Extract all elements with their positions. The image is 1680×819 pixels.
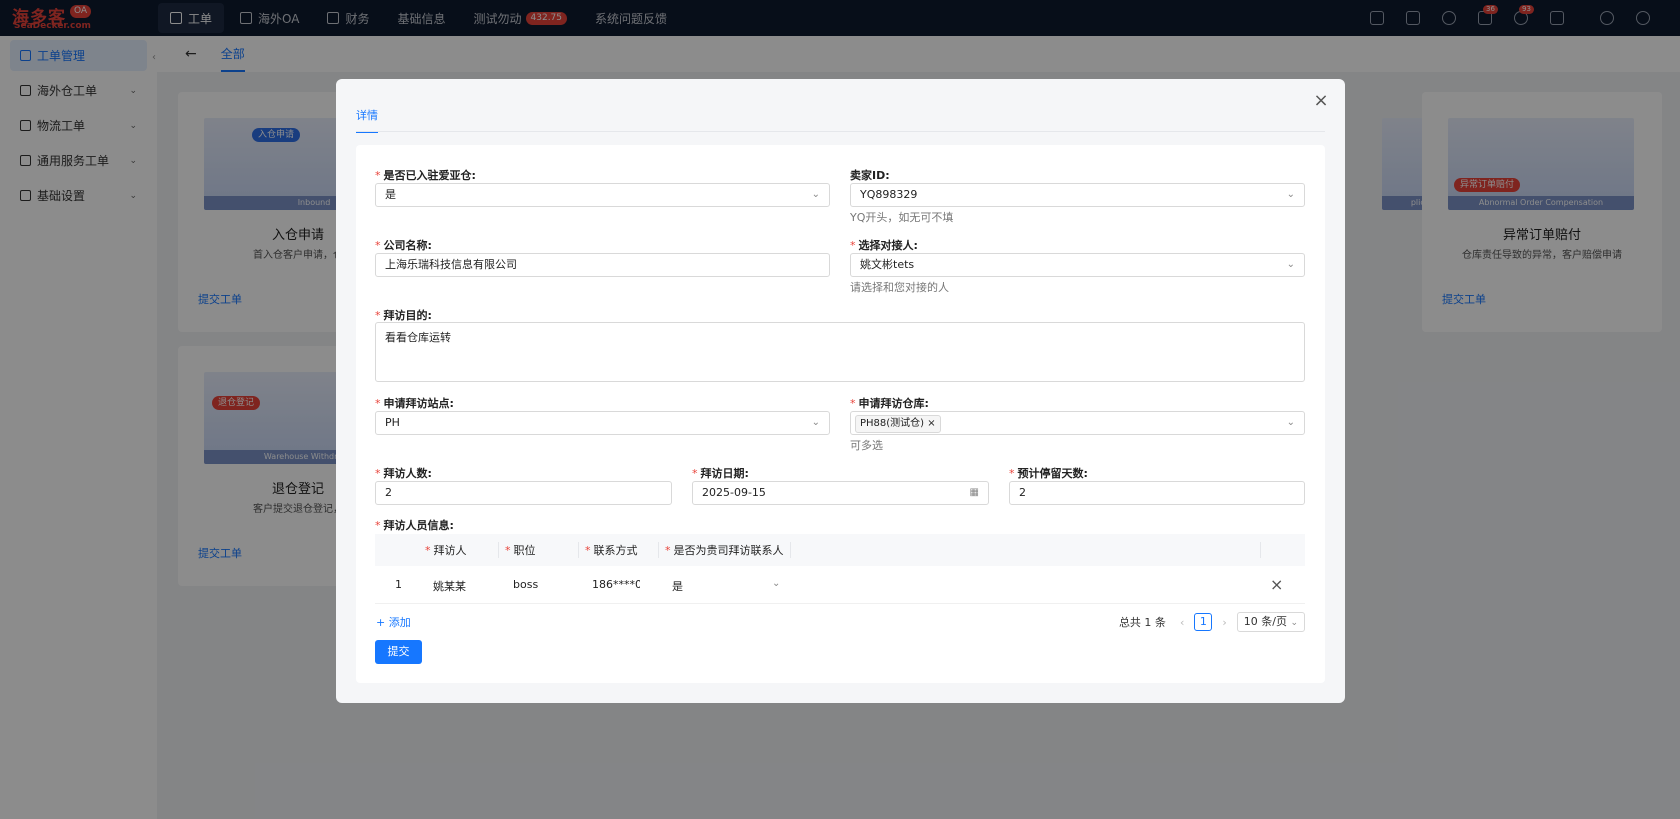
people-info-label: * 拜访人员信息: (375, 519, 454, 532)
tab-details[interactable]: 详情 (356, 107, 378, 133)
pager-total: 总共 1 条 (1118, 616, 1166, 629)
contact-label: * 选择对接人: (850, 239, 918, 252)
joined-label: * 是否已入驻爱亚仓: (375, 169, 476, 182)
company-label: * 公司名称: (375, 239, 432, 252)
is-contact-select[interactable]: 是 (672, 578, 683, 594)
chevron-down-icon: ⌄ (772, 578, 781, 589)
site-select[interactable]: PH ⌄ (375, 411, 830, 435)
chevron-down-icon: ⌄ (811, 417, 820, 428)
seller-id-label: 卖家ID: (850, 169, 890, 182)
table-row: 1 姚某某 boss 186****00 是 ⌄ × (375, 566, 1305, 604)
warehouse-help: 可多选 (850, 439, 883, 452)
delete-row-icon[interactable]: × (1270, 575, 1283, 594)
chip-close-icon[interactable]: × (927, 418, 935, 429)
site-label: * 申请拜访站点: (375, 397, 454, 410)
phone-cell[interactable]: 186****00 (592, 578, 640, 591)
detail-modal: × 详情 * 是否已入驻爱亚仓: 是 ⌄ 卖家ID: YQ898329 ⌄ YQ开头，… (336, 79, 1345, 703)
chevron-down-icon: ⌄ (1290, 618, 1298, 628)
date-picker[interactable]: 2025-09-15 ▦ (692, 481, 989, 505)
page-size-select[interactable]: 10 条/页 ⌄ (1236, 612, 1305, 632)
visitor-name-cell[interactable]: 姚某某 (433, 578, 466, 594)
th-is-contact: * 是否为贵司拜访联系人 (665, 544, 784, 557)
calendar-icon[interactable]: ▦ (970, 482, 979, 504)
contact-select[interactable]: 姚文彬tets ⌄ (850, 253, 1305, 277)
joined-select[interactable]: 是 ⌄ (375, 183, 830, 207)
company-input[interactable]: 上海乐瑞科技信息有限公司 (375, 253, 830, 277)
visitors-label: * 拜访人数: (375, 467, 432, 480)
warehouse-chip[interactable]: PH88(测试仓) × (855, 415, 941, 433)
pagination: 总共 1 条 ‹ 1 › 10 条/页 ⌄ (1119, 612, 1305, 632)
chevron-down-icon: ⌄ (1286, 259, 1295, 270)
next-page-icon[interactable]: › (1222, 616, 1226, 629)
row-index: 1 (395, 578, 402, 591)
visitors-input[interactable]: 2 (375, 481, 672, 505)
date-label: * 拜访日期: (692, 467, 749, 480)
stay-days-label: * 预计停留天数: (1009, 467, 1088, 480)
close-icon[interactable]: × (1311, 91, 1331, 111)
purpose-label: * 拜访目的: (375, 309, 432, 322)
chevron-down-icon: ⌄ (1286, 417, 1295, 428)
th-visitor: * 拜访人 (425, 544, 467, 557)
chevron-down-icon: ⌄ (811, 189, 820, 200)
purpose-textarea[interactable]: 看看仓库运转 (375, 322, 1305, 382)
th-phone: * 联系方式 (585, 544, 638, 557)
seller-id-select[interactable]: YQ898329 ⌄ (850, 183, 1305, 207)
prev-page-icon[interactable]: ‹ (1180, 616, 1184, 629)
stay-days-input[interactable]: 2 (1009, 481, 1305, 505)
page-1[interactable]: 1 (1194, 613, 1213, 631)
contact-help: 请选择和您对接的人 (850, 281, 949, 294)
plus-icon: + (376, 616, 389, 629)
seller-id-help: YQ开头，如无可不填 (850, 211, 954, 224)
warehouse-select[interactable]: PH88(测试仓) × ⌄ (850, 411, 1305, 435)
tab-divider (356, 131, 1325, 132)
warehouse-label: * 申请拜访仓库: (850, 397, 929, 410)
position-cell[interactable]: boss (513, 578, 538, 591)
visit-form: * 是否已入驻爱亚仓: 是 ⌄ 卖家ID: YQ898329 ⌄ YQ开头，如无可不填… (356, 145, 1325, 683)
add-row-button[interactable]: + 添加 (376, 614, 411, 630)
chevron-down-icon: ⌄ (1286, 189, 1295, 200)
th-position: * 职位 (505, 544, 536, 557)
submit-button[interactable]: 提交 (375, 640, 422, 664)
people-table-header: * 拜访人 * 职位 * 联系方式 * 是否为贵司拜访联系人 (375, 534, 1305, 566)
